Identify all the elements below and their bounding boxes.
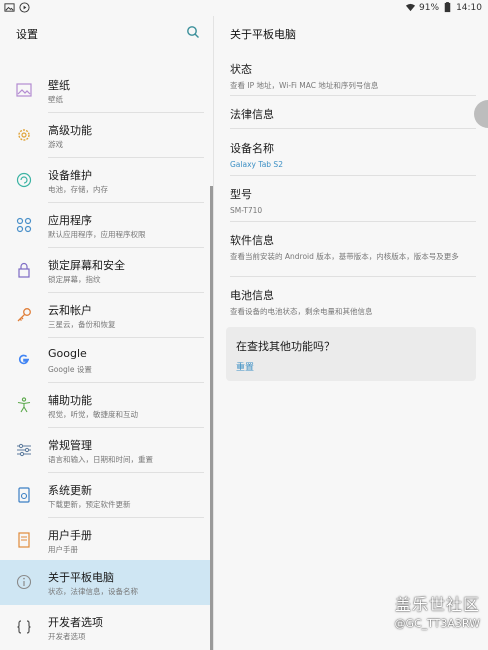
about-title: 关于平板电脑 [230,28,296,41]
menu-item-apps[interactable]: 应用程序 默认应用程序，应用程序权限 [0,203,210,248]
menu-item-subtitle: 三星云，备份和恢复 [48,320,116,329]
menu-item-subtitle: 游戏 [48,140,63,149]
info-item-title: 软件信息 [230,234,274,247]
menu-item-subtitle: 壁纸 [48,95,63,104]
menu-item-software-update[interactable]: 系统更新 下载更新，预定软件更新 [0,473,210,518]
info-item-title: 法律信息 [230,108,274,121]
menu-item-title: 用户手册 [48,529,92,542]
info-item-model: 型号 SM-T710 [230,186,476,216]
menu-item-subtitle: 开发者选项 [48,632,86,641]
menu-item-accessibility[interactable]: 辅助功能 视觉，听觉，敏捷度和互动 [0,383,210,428]
info-item-software[interactable]: 软件信息 查看当前安装的 Android 版本，基带版本，内核版本，版本号及更多 [230,232,476,262]
menu-item-title: 系统更新 [48,484,92,497]
info-item-title: 型号 [230,188,252,201]
menu-item-title: Google [48,347,87,360]
info-icon [16,574,32,590]
settings-title: 设置 [16,28,38,41]
google-icon [18,354,29,365]
info-item-legal[interactable]: 法律信息 [230,106,476,122]
menu-item-device-maintenance[interactable]: 设备维护 电池，存储，内存 [0,158,210,203]
menu-item-title: 常规管理 [48,439,92,452]
key-icon [17,308,31,322]
accessibility-icon [17,397,31,413]
divider [230,128,476,129]
info-item-subtitle: Galaxy Tab S2 [230,160,283,169]
menu-item-title: 设备维护 [48,169,92,182]
menu-item-subtitle: 锁定屏幕，指纹 [48,275,101,284]
info-item-device-name[interactable]: 设备名称 Galaxy Tab S2 [230,140,476,170]
info-item-title: 设备名称 [230,142,274,155]
user-manual-icon [18,532,30,548]
settings-list-pane: 设置 壁纸 壁纸 高级功能 游戏 设备维护 电池，存储，内存 应用程序 默认应用… [0,16,213,650]
info-item-subtitle: 查看设备的电池状态，剩余电量和其他信息 [230,307,373,316]
menu-item-title: 锁定屏幕和安全 [48,259,125,272]
menu-item-title: 壁纸 [48,79,70,92]
device-maintenance-icon [16,172,32,188]
menu-item-general-management[interactable]: 常规管理 语言和输入，日期和时间，重置 [0,428,210,473]
menu-item-title: 云和帐户 [48,304,92,317]
menu-item-cloud-accounts[interactable]: 云和帐户 三星云，备份和恢复 [0,293,210,338]
info-item-subtitle: SM-T710 [230,206,263,215]
wallpaper-icon [16,83,32,97]
looking-for-features-card: 在查找其他功能吗？ 重置 [226,327,476,381]
status-left [4,2,30,13]
watermark-title: 盖乐世社区 [394,595,480,614]
watermark: 盖乐世社区 @GC_TT3A3RW [394,591,480,630]
menu-item-subtitle: Google 设置 [48,365,92,374]
divider [230,221,476,222]
info-item-battery[interactable]: 电池信息 查看设备的电池状态，剩余电量和其他信息 [230,287,476,317]
status-bar: 91% 14:10 [0,0,488,16]
menu-item-subtitle: 状态，法律信息，设备名称 [48,587,138,596]
divider [230,276,476,277]
menu-item-google[interactable]: Google Google 设置 [0,338,210,383]
advanced-features-icon [18,129,30,141]
info-item-subtitle: 查看 IP 地址，Wi-Fi MAC 地址和序列号信息 [230,81,379,90]
menu-item-subtitle: 视觉，听觉，敏捷度和互动 [48,410,138,419]
apps-icon [16,217,32,233]
developer-options-icon [17,620,31,634]
reset-link[interactable]: 重置 [236,360,254,373]
divider [230,175,476,176]
menu-item-wallpaper[interactable]: 壁纸 壁纸 [0,68,210,113]
info-item-subtitle: 查看当前安装的 Android 版本，基带版本，内核版本，版本号及更多 [230,252,459,261]
watermark-handle: @GC_TT3A3RW [394,617,480,630]
info-item-status[interactable]: 状态 查看 IP 地址，Wi-Fi MAC 地址和序列号信息 [230,61,476,91]
menu-item-subtitle: 默认应用程序，应用程序权限 [48,230,146,239]
battery-percent: 91% [419,2,440,13]
status-right: 91% 14:10 [405,2,482,13]
menu-item-subtitle: 下载更新，预定软件更新 [48,500,131,509]
photo-notification-icon [4,3,15,12]
about-tablet-pane: 关于平板电脑 状态 查看 IP 地址，Wi-Fi MAC 地址和序列号信息 法律… [214,16,488,650]
menu-item-title: 辅助功能 [48,394,92,407]
menu-item-title: 关于平板电脑 [48,571,114,584]
info-item-title: 状态 [230,63,252,76]
menu-item-subtitle: 语言和输入，日期和时间，重置 [48,455,153,464]
menu-item-subtitle: 电池，存储，内存 [48,185,108,194]
menu-item-title: 高级功能 [48,124,92,137]
info-item-title: 电池信息 [230,289,274,302]
wifi-icon [405,3,416,12]
software-update-icon [18,487,30,503]
card-question: 在查找其他功能吗？ [236,340,335,353]
battery-icon [444,2,451,13]
menu-item-title: 开发者选项 [48,616,103,629]
play-notification-icon [19,2,30,13]
divider [230,95,476,96]
menu-item-developer-options[interactable]: 开发者选项 开发者选项 [0,605,210,650]
menu-item-advanced-features[interactable]: 高级功能 游戏 [0,113,210,158]
menu-item-user-manual[interactable]: 用户手册 用户手册 [0,518,210,563]
settings-header: 设置 [0,16,213,52]
lock-icon [18,262,30,278]
menu-item-subtitle: 用户手册 [48,545,78,554]
menu-item-lock-screen-security[interactable]: 锁定屏幕和安全 锁定屏幕，指纹 [0,248,210,293]
menu-item-title: 应用程序 [48,214,92,227]
search-icon[interactable] [186,25,200,39]
general-management-icon [17,443,31,457]
clock: 14:10 [456,2,482,13]
menu-item-about-tablet[interactable]: 关于平板电脑 状态，法律信息，设备名称 [0,560,210,605]
